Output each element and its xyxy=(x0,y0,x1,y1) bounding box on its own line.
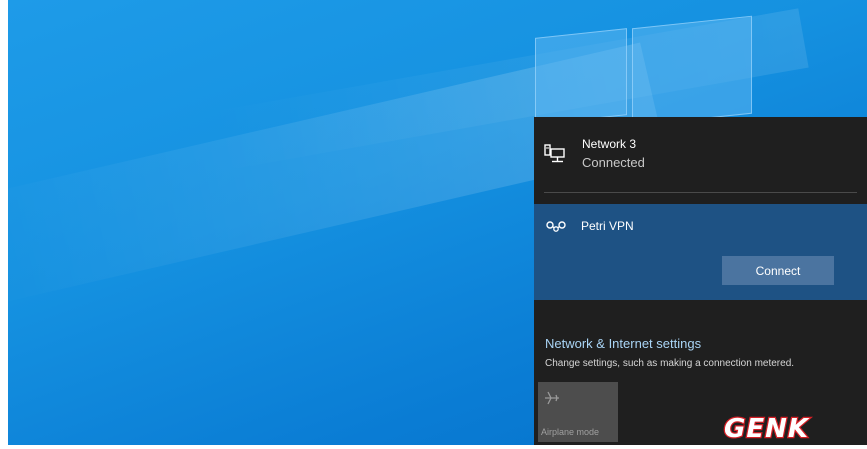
network-list-item[interactable]: Network 3 Connected xyxy=(534,117,867,187)
vpn-list-item[interactable]: Petri VPN Connect xyxy=(534,204,867,300)
network-name: Network 3 xyxy=(582,137,637,151)
network-settings-link[interactable]: Network & Internet settings xyxy=(545,336,701,351)
network-settings-description: Change settings, such as making a connec… xyxy=(545,358,795,369)
network-flyout: Network 3 Connected Petri VPN Connect Ne… xyxy=(534,117,867,445)
airplane-icon xyxy=(545,391,559,405)
connect-button[interactable]: Connect xyxy=(722,256,834,285)
genk-watermark-logo: GENK xyxy=(723,413,810,445)
airplane-mode-label: Airplane mode xyxy=(541,427,600,437)
vpn-name: Petri VPN xyxy=(581,219,634,233)
network-status: Connected xyxy=(582,155,645,170)
airplane-mode-tile[interactable]: Airplane mode xyxy=(538,382,618,442)
windows-logo-pane xyxy=(632,15,752,127)
svg-text:GENK: GENK xyxy=(724,414,810,444)
vpn-icon xyxy=(546,221,566,232)
divider xyxy=(544,192,857,193)
windows-logo-pane xyxy=(535,28,627,125)
wired-network-icon xyxy=(544,144,565,163)
